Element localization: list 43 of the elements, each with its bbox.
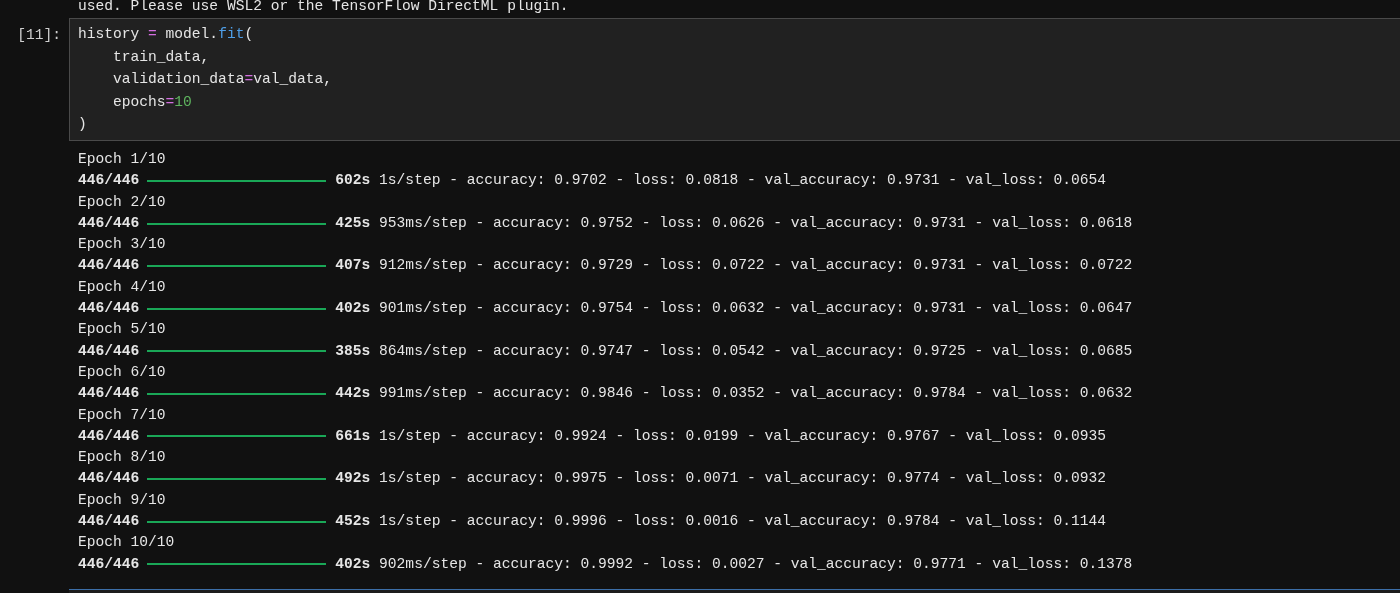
epoch-label: Epoch 4/10 <box>78 277 166 297</box>
step-count: 446/446 <box>78 171 140 191</box>
epoch-time: 402s <box>335 299 371 319</box>
epoch-label: Epoch 6/10 <box>78 362 166 382</box>
epoch-time: 661s <box>335 426 371 446</box>
epoch-time: 452s <box>335 512 371 531</box>
epoch-label: Epoch 5/10 <box>78 320 166 340</box>
step-count: 446/446 <box>78 469 140 489</box>
epoch-label: Epoch 8/10 <box>78 448 166 468</box>
epoch-label: Epoch 10/10 <box>78 533 175 553</box>
epoch-label: Epoch 3/10 <box>78 235 166 255</box>
epoch-metrics: 1s/step - accuracy: 0.9702 - loss: 0.0818 - val_accuracy: 0.9731 - val_loss: 0.0654 <box>378 171 1106 191</box>
step-count: 446/446 <box>78 426 140 446</box>
step-count: 446/446 <box>78 554 140 574</box>
epoch-metrics: 953ms/step - accuracy: 0.9752 - loss: 0.0626 - val_accuracy: 0.9731 - val_loss: 0.0618 <box>378 213 1133 233</box>
step-count: 446/446 <box>78 384 140 404</box>
code-editor[interactable]: history = model.fit( train_data, validation_data=val_data, epochs=10 ) <box>69 18 1400 141</box>
epoch-time: 425s <box>335 213 371 233</box>
step-count: 446/446 <box>78 299 140 319</box>
epoch-time: 492s <box>335 469 371 489</box>
epoch-metrics: 1s/step - accuracy: 0.9975 - loss: 0.0071 - val_accuracy: 0.9774 - val_loss: 0.0932 <box>378 469 1106 489</box>
step-count: 446/446 <box>78 512 140 531</box>
epoch-label: Epoch 1/10 <box>78 149 166 169</box>
epoch-label: Epoch 7/10 <box>78 405 166 425</box>
epoch-time: 602s <box>335 171 371 191</box>
step-count: 446/446 <box>78 341 140 361</box>
epoch-metrics: 864ms/step - accuracy: 0.9747 - loss: 0.0542 - val_accuracy: 0.9725 - val_loss: 0.0685 <box>378 341 1133 361</box>
epoch-metrics: 912ms/step - accuracy: 0.9729 - loss: 0.0722 - val_accuracy: 0.9731 - val_loss: 0.0722 <box>378 256 1133 276</box>
step-count: 446/446 <box>78 256 140 276</box>
warning-text: used. Please use WSL2 or the TensorFlow DirectML plugin. <box>77 0 570 16</box>
step-count: 446/446 <box>78 213 140 233</box>
epoch-time: 442s <box>335 384 371 404</box>
epoch-time: 402s <box>335 554 371 574</box>
epoch-metrics: 901ms/step - accuracy: 0.9754 - loss: 0.0632 - val_accuracy: 0.9731 - val_loss: 0.0647 <box>378 299 1133 319</box>
epoch-label: Epoch 9/10 <box>78 490 166 510</box>
epoch-label: Epoch 2/10 <box>78 192 166 212</box>
epoch-time: 385s <box>335 341 371 361</box>
epoch-metrics: 991ms/step - accuracy: 0.9846 - loss: 0.0352 - val_accuracy: 0.9784 - val_loss: 0.0632 <box>378 384 1133 404</box>
epoch-metrics: 1s/step - accuracy: 0.9996 - loss: 0.0016 - val_accuracy: 0.9784 - val_loss: 0.1144 <box>378 512 1106 531</box>
epoch-metrics: 1s/step - accuracy: 0.9924 - loss: 0.0199 - val_accuracy: 0.9767 - val_loss: 0.0935 <box>378 426 1106 446</box>
epoch-time: 407s <box>335 256 371 276</box>
cell-prompt: [11]: <box>16 26 62 45</box>
epoch-metrics: 902ms/step - accuracy: 0.9992 - loss: 0.0027 - val_accuracy: 0.9771 - val_loss: 0.1378 <box>378 554 1133 574</box>
